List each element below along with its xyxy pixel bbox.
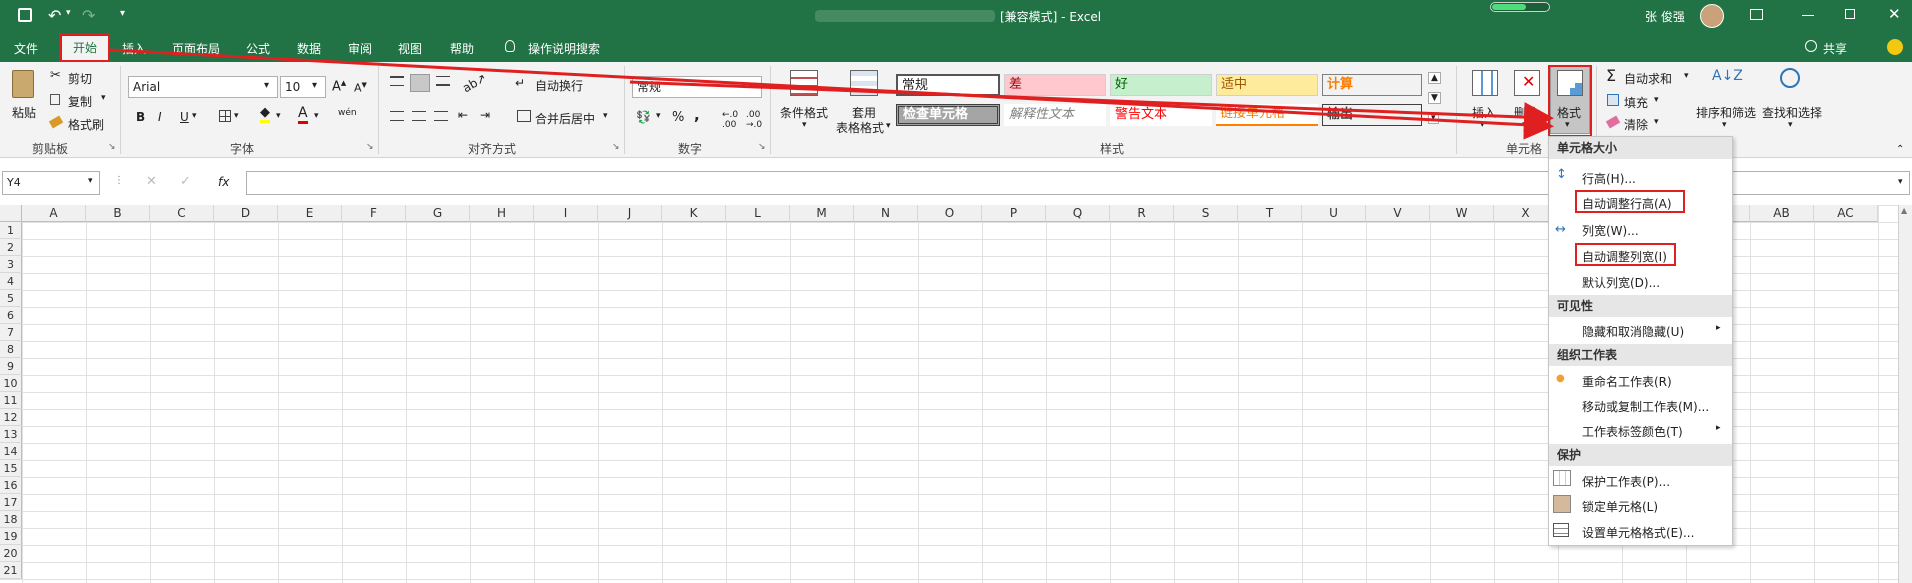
menu-item-tab-color[interactable]: 工作表标签颜色(T) <box>1582 423 1683 440</box>
protect-sheet-icon <box>1553 470 1571 486</box>
menu-item-move-copy-sheet[interactable]: 移动或复制工作表(M)... <box>1582 398 1709 415</box>
menu-header-visibility: 可见性 <box>1549 295 1732 317</box>
highlight-autofit-column <box>1575 243 1676 266</box>
arrow-line-1 <box>109 48 1554 140</box>
format-cells-dialog-icon <box>1553 523 1569 537</box>
menu-header-organize-sheets: 组织工作表 <box>1549 344 1732 366</box>
submenu-arrow-icon: ▸ <box>1716 423 1721 433</box>
row-height-icon: ↕ <box>1556 167 1567 182</box>
lock-cell-icon <box>1553 495 1571 513</box>
menu-header-protection: 保护 <box>1549 444 1732 466</box>
menu-item-column-width[interactable]: 列宽(W)... <box>1582 222 1639 239</box>
column-width-icon: ↔ <box>1555 222 1566 237</box>
menu-item-hide-unhide[interactable]: 隐藏和取消隐藏(U) <box>1582 323 1684 340</box>
submenu-arrow-icon: ▸ <box>1716 323 1721 333</box>
menu-item-rename-sheet[interactable]: 重命名工作表(R) <box>1582 373 1672 390</box>
menu-item-row-height[interactable]: 行高(H)... <box>1582 170 1636 187</box>
menu-item-default-width[interactable]: 默认列宽(D)... <box>1582 274 1660 291</box>
rename-sheet-bullet-icon: ● <box>1556 373 1565 384</box>
arrow-line-2 <box>629 80 1554 133</box>
menu-header-cell-size: 单元格大小 <box>1549 137 1732 159</box>
menu-item-lock-cell[interactable]: 锁定单元格(L) <box>1582 498 1658 515</box>
highlight-autofit-row <box>1575 190 1685 213</box>
menu-item-protect-sheet[interactable]: 保护工作表(P)... <box>1582 473 1670 490</box>
menu-item-format-cells[interactable]: 设置单元格格式(E)... <box>1582 524 1694 541</box>
